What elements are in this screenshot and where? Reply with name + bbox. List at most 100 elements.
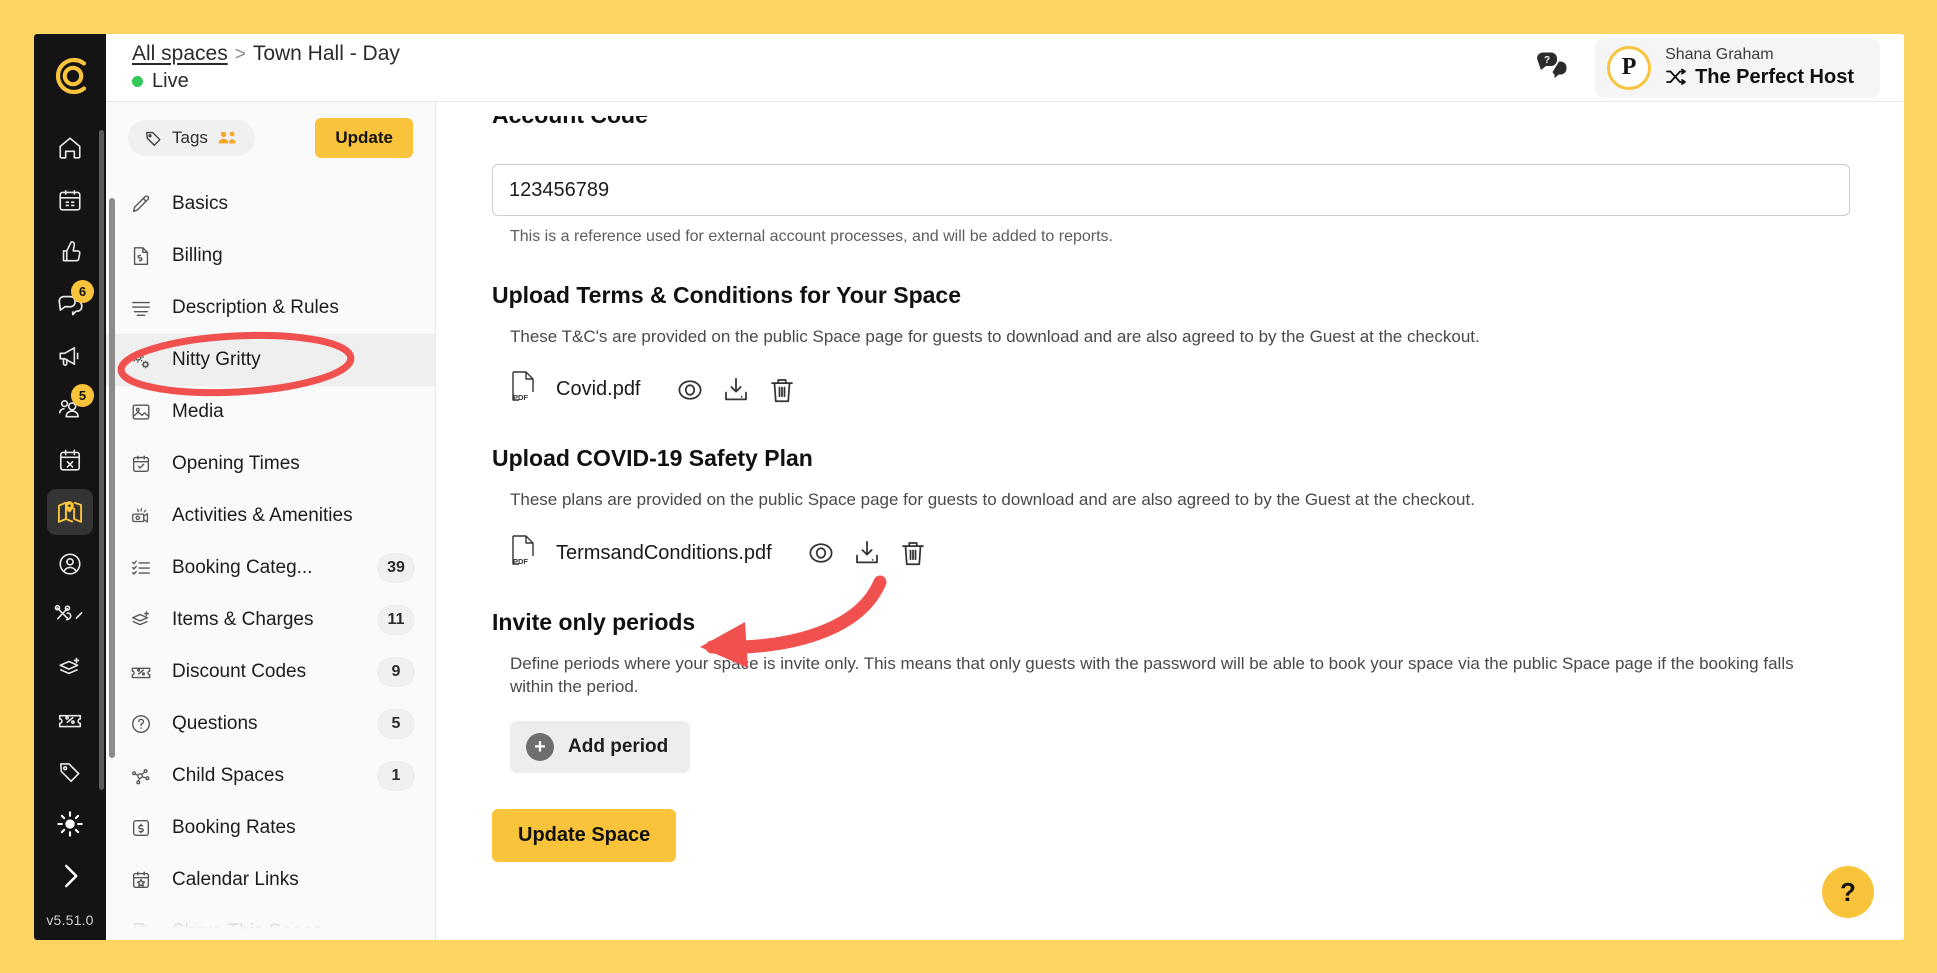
tag-icon [146,131,161,146]
rail-item-theme[interactable] [47,801,93,847]
account-code-title-clip: Account Code [492,116,1874,150]
menu-item-label: Child Spaces [172,765,284,786]
avatar: P [1607,45,1652,90]
menu-list: Basics Billing Description & Rules Nitty… [106,172,435,940]
image-icon [128,401,154,423]
menu-item-label: Media [172,401,224,422]
add-period-button[interactable]: + Add period [510,720,691,773]
user-text-block: Shana Graham The Perfect Host [1665,46,1854,88]
rail-item-spaces[interactable] [47,489,93,535]
menu-item-label: Items & Charges [172,609,314,630]
user-menu[interactable]: P Shana Graham The Perfect Host [1595,37,1880,98]
menu-item-label: Billing [172,245,223,266]
download-icon[interactable] [713,375,759,405]
menu-item-child-spaces[interactable]: Child Spaces 1 [106,750,435,802]
view-icon[interactable] [798,538,844,568]
rail-item-customers[interactable]: 5 [47,384,94,431]
rail-item-list: 6 5 [34,125,106,912]
settings-content: Account Code This is a reference used fo… [436,102,1904,940]
circle-c-logo[interactable] [48,54,92,103]
calendar-check-icon [128,453,154,475]
delete-icon[interactable] [890,538,936,568]
terms-section-title: Upload Terms & Conditions for Your Space [492,282,961,308]
nodes-icon [128,765,154,787]
account-code-help: This is a reference used for external ac… [510,228,1113,245]
rail-item-reviews[interactable] [47,229,93,275]
menu-item-basics[interactable]: Basics [106,178,435,230]
breadcrumb-current: Town Hall - Day [252,42,400,65]
menu-item-booking-categories[interactable]: Booking Categ... 39 [106,542,435,594]
share-icon [128,921,154,940]
status-badge: Live [132,70,400,93]
menu-item-activities-amenities[interactable]: Activities & Amenities [106,490,435,542]
account-code-input[interactable] [492,164,1850,216]
menu-item-count: 39 [377,553,415,583]
menu-item-label: Basics [172,193,228,214]
help-button[interactable]: ? [1822,866,1874,918]
terms-file-row: PDF Covid.pdf [510,370,1874,409]
menu-item-count: 9 [377,657,415,687]
breadcrumb-block: All spaces > Town Hall - Day Live [132,42,400,93]
menu-scrollbar[interactable] [109,198,115,758]
menu-item-label: Discount Codes [172,661,307,682]
rail-item-blocked-dates[interactable] [47,437,93,483]
menu-item-nitty-gritty[interactable]: Nitty Gritty [106,334,435,386]
rail-scrollbar[interactable] [99,130,104,790]
delete-icon[interactable] [759,375,805,405]
menu-item-booking-rates[interactable]: Booking Rates [106,802,435,854]
menu-item-count: 1 [377,761,415,791]
layers-plus-icon [128,609,154,631]
checklist-icon [128,557,154,579]
rail-item-announcements[interactable] [47,333,93,379]
update-tags-button[interactable]: Update [315,118,413,158]
rail-item-messages[interactable]: 6 [47,280,94,327]
menu-item-share-this-space[interactable]: Share This Space [106,906,435,940]
tags-button[interactable]: Tags [128,120,255,156]
svg-text:?: ? [1544,55,1550,66]
update-space-button[interactable]: Update Space [492,808,677,862]
menu-item-label: Opening Times [172,453,300,474]
header-actions: ? P Shana Graham The Perfect Host [1535,37,1880,98]
menu-item-opening-times[interactable]: Opening Times [106,438,435,490]
status-label: Live [152,70,189,92]
rail-item-home[interactable] [47,125,93,171]
invite-section-title: Invite only periods [492,608,696,635]
breadcrumb-all-spaces[interactable]: All spaces [132,42,228,66]
rail-item-tools[interactable] [47,593,93,639]
breadcrumb-separator: > [234,44,246,65]
menu-item-description-rules[interactable]: Description & Rules [106,282,435,334]
breadcrumb: All spaces > Town Hall - Day [132,42,400,66]
menu-item-media[interactable]: Media [106,386,435,438]
space-section-menu: Tags Update Basics Billing Description &… [106,102,436,940]
invoice-icon [128,245,154,267]
menu-item-label: Nitty Gritty [172,349,261,370]
rail-item-discounts[interactable] [47,697,93,743]
pdf-file-icon: PDF [510,534,540,573]
view-icon[interactable] [667,375,713,405]
rail-item-expand[interactable] [47,853,93,899]
question-circle-icon [128,713,154,735]
chat-question-icon[interactable]: ? [1535,50,1573,85]
menu-item-calendar-links[interactable]: Calendar Links [106,854,435,906]
menu-item-discount-codes[interactable]: Discount Codes 9 [106,646,435,698]
right-column: All spaces > Town Hall - Day Live ? P Sh… [106,34,1904,940]
rail-item-tags[interactable] [47,749,93,795]
covid-file-row: PDF TermsandConditions.pdf [510,534,1874,573]
calendar-star-icon [128,869,154,891]
menu-item-billing[interactable]: Billing [106,230,435,282]
pdf-file-icon: PDF [510,370,540,409]
pencil-icon [128,193,154,215]
menu-item-label: Activities & Amenities [172,505,353,526]
menu-item-questions[interactable]: Questions 5 [106,698,435,750]
text-lines-icon [128,297,154,319]
terms-section-description: These T&C's are provided on the public S… [510,327,1480,346]
rail-item-items[interactable] [47,645,93,691]
menu-item-items-charges[interactable]: Items & Charges 11 [106,594,435,646]
user-org-name: The Perfect Host [1695,65,1854,88]
svg-text:PDF: PDF [513,393,528,402]
rail-item-account[interactable] [47,541,93,587]
rail-item-calendar[interactable] [47,177,93,223]
ticket-percent-icon [128,661,154,683]
body-row: Tags Update Basics Billing Description &… [106,102,1904,940]
download-icon[interactable] [844,538,890,568]
